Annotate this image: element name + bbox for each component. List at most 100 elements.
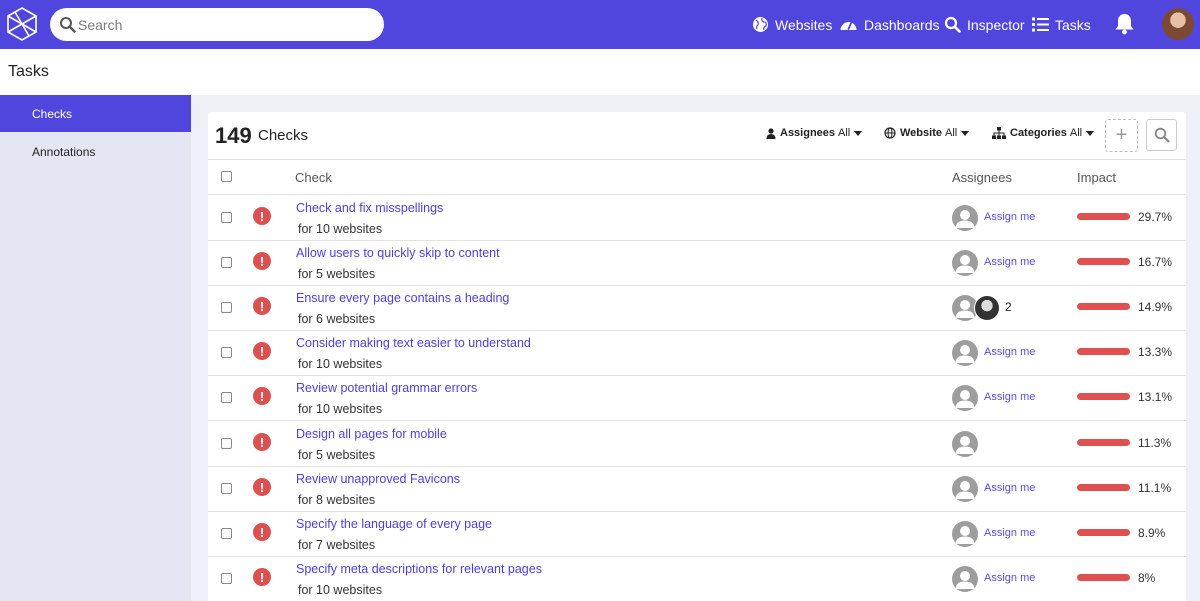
- warning-icon: !: [253, 568, 271, 586]
- row-checkbox[interactable]: [221, 302, 232, 313]
- assign-me-link[interactable]: Assign me: [984, 572, 1035, 584]
- nav-dashboards-label: Dashboards: [864, 16, 940, 33]
- assign-me-link[interactable]: Assign me: [984, 527, 1035, 539]
- select-all-checkbox[interactable]: [221, 171, 232, 182]
- check-title-link[interactable]: Check and fix misspellings: [296, 201, 443, 215]
- global-search[interactable]: [50, 8, 384, 41]
- impact-value: 13.1%: [1138, 390, 1173, 404]
- filter-categories-label: Categories: [1010, 127, 1067, 139]
- row-checkbox[interactable]: [221, 438, 232, 449]
- filter-categories[interactable]: Categories All: [992, 127, 1095, 139]
- assignee-avatar-icon[interactable]: [952, 340, 978, 366]
- assignee-avatar-icon[interactable]: [952, 250, 978, 276]
- nav-tasks[interactable]: Tasks: [1032, 0, 1091, 49]
- chevron-down-icon: [854, 130, 863, 136]
- impact-bar: [1077, 484, 1130, 491]
- chevron-down-icon: [961, 130, 970, 136]
- check-website-count: for 6 websites: [298, 312, 376, 326]
- check-title-link[interactable]: Consider making text easier to understan…: [296, 336, 531, 350]
- filter-assignees-value: All: [838, 127, 851, 139]
- warning-icon: !: [253, 297, 271, 315]
- row-checkbox[interactable]: [221, 483, 232, 494]
- add-check-button[interactable]: +: [1105, 119, 1138, 152]
- check-title-link[interactable]: Specify the language of every page: [296, 517, 492, 531]
- notifications-bell-icon[interactable]: [1114, 12, 1135, 35]
- check-title-link[interactable]: Review potential grammar errors: [296, 381, 477, 395]
- impact-value: 11.3%: [1138, 436, 1172, 450]
- nav-inspector-label: Inspector: [967, 16, 1025, 33]
- search-icon: [1154, 127, 1170, 143]
- search-icon: [944, 16, 961, 33]
- sidebar-item-label: Checks: [32, 106, 73, 121]
- table-row: ! Review potential grammar errors for 10 w…: [208, 375, 1186, 420]
- row-checkbox[interactable]: [221, 212, 232, 223]
- assignee-avatar-icon[interactable]: [952, 385, 978, 411]
- row-checkbox[interactable]: [221, 573, 232, 584]
- assignee-avatar-icon[interactable]: [952, 205, 978, 231]
- assignee-avatar-icon[interactable]: [952, 566, 978, 592]
- assignee-avatar-icon[interactable]: [952, 521, 978, 547]
- warning-icon: !: [253, 433, 271, 451]
- check-title-link[interactable]: Allow users to quickly skip to content: [296, 246, 500, 260]
- impact-bar: [1077, 348, 1130, 355]
- impact-bar: [1077, 439, 1130, 446]
- sidebar-item-label: Annotations: [32, 144, 96, 159]
- nav-websites-label: Websites: [775, 16, 833, 33]
- assign-me-link[interactable]: Assign me: [984, 256, 1035, 268]
- assign-me-link[interactable]: Assign me: [984, 211, 1035, 223]
- impact-bar: [1077, 303, 1130, 310]
- nav-tasks-label: Tasks: [1055, 16, 1091, 33]
- app-logo-icon[interactable]: [6, 7, 38, 41]
- row-checkbox[interactable]: [221, 347, 232, 358]
- warning-icon: !: [253, 252, 271, 270]
- check-title-link[interactable]: Design all pages for mobile: [296, 427, 447, 441]
- check-title-link[interactable]: Review unapproved Favicons: [296, 472, 460, 486]
- assign-me-link[interactable]: Assign me: [984, 482, 1035, 494]
- assignee-photo-avatar[interactable]: [974, 295, 1000, 321]
- impact-value: 29.7%: [1138, 210, 1173, 224]
- search-input[interactable]: [78, 8, 368, 41]
- search-icon: [60, 17, 76, 33]
- check-website-count: for 5 websites: [298, 267, 376, 281]
- nav-dashboards[interactable]: Dashboards: [839, 0, 940, 49]
- column-header-check: Check: [295, 170, 332, 185]
- gauge-icon: [840, 21, 857, 30]
- sidebar-item-annotations[interactable]: Annotations: [0, 133, 191, 170]
- checks-count-label: Checks: [258, 127, 309, 144]
- user-avatar[interactable]: [1162, 8, 1194, 40]
- filter-assignees[interactable]: Assignees All: [766, 127, 863, 139]
- warning-icon: !: [253, 342, 271, 360]
- check-title-link[interactable]: Specify meta descriptions for relevant p…: [296, 562, 542, 576]
- row-checkbox[interactable]: [221, 392, 232, 403]
- globe-icon: [753, 17, 768, 32]
- panel-search-button[interactable]: [1146, 119, 1177, 151]
- filter-website[interactable]: Website All: [884, 127, 970, 139]
- impact-value: 11.1%: [1138, 481, 1172, 495]
- sidebar-item-checks[interactable]: Checks: [0, 95, 191, 132]
- impact-bar: [1077, 393, 1130, 400]
- table-row: ! Specify the language of every page for 7…: [208, 511, 1186, 556]
- assignee-avatar-icon[interactable]: [952, 431, 978, 457]
- assign-me-link[interactable]: Assign me: [984, 391, 1035, 403]
- check-website-count: for 7 websites: [298, 538, 376, 552]
- filter-assignees-label: Assignees: [780, 127, 836, 139]
- check-title-link[interactable]: Ensure every page contains a heading: [296, 291, 509, 305]
- column-header-assignees: Assignees: [952, 170, 1012, 185]
- impact-value: 16.7%: [1138, 255, 1173, 269]
- assignee-count: 2: [1005, 300, 1012, 314]
- impact-bar: [1077, 213, 1130, 220]
- table-row: ! Ensure every page contains a heading for…: [208, 285, 1186, 330]
- row-checkbox[interactable]: [221, 257, 232, 268]
- plus-icon: +: [1115, 124, 1128, 146]
- impact-value: 8.9%: [1138, 526, 1166, 540]
- row-checkbox[interactable]: [221, 528, 232, 539]
- assign-me-link[interactable]: Assign me: [984, 346, 1035, 358]
- assignee-avatar-icon[interactable]: [952, 476, 978, 502]
- impact-bar: [1077, 258, 1130, 265]
- globe-icon: [884, 127, 896, 139]
- page-title: Tasks: [8, 63, 49, 80]
- nav-websites[interactable]: Websites: [752, 0, 832, 49]
- check-website-count: for 10 websites: [298, 222, 383, 236]
- nav-inspector[interactable]: Inspector: [944, 0, 1025, 49]
- warning-icon: !: [253, 207, 271, 225]
